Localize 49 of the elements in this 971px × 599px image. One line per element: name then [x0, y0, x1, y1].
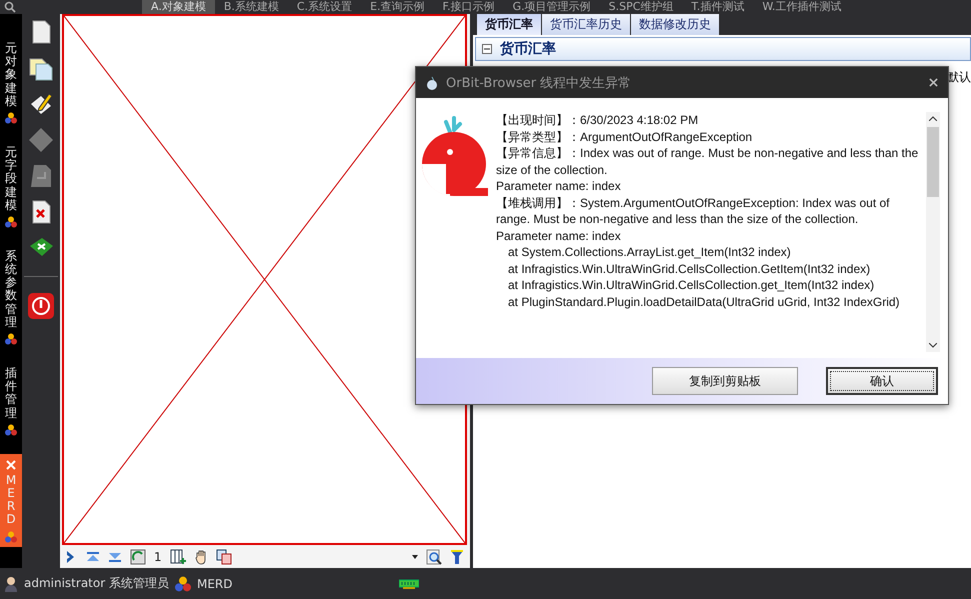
search-icon[interactable] [426, 548, 442, 564]
side-tab[interactable]: 系统参数管理 [0, 242, 22, 349]
user-icon [4, 576, 18, 592]
filter-icon[interactable] [450, 548, 464, 564]
refresh-icon[interactable] [130, 548, 146, 564]
panel-tab[interactable]: 货币汇率 [477, 14, 541, 35]
memory-icon [398, 578, 418, 588]
page-number: 1 [154, 550, 162, 564]
app-icon [426, 76, 438, 90]
collapse-icon[interactable] [482, 44, 492, 54]
move-top-icon[interactable] [86, 550, 100, 564]
menu-tab[interactable]: B.系统建模 [214, 0, 288, 14]
side-tab[interactable]: 元字段建模 [0, 138, 22, 232]
side-tab[interactable]: 插件管理 [0, 359, 22, 440]
hand-icon[interactable] [194, 548, 208, 564]
dialog-title: OrBit-Browser 线程中发生异常 [446, 74, 632, 92]
menu-tab[interactable]: S.SPC维护组 [600, 0, 682, 14]
scroll-up-icon[interactable] [929, 116, 937, 121]
scroll-down-icon[interactable] [929, 343, 937, 348]
diamond-icon[interactable] [27, 126, 55, 154]
menu-tab[interactable]: T.插件测试 [682, 0, 754, 14]
cubes-icon [5, 112, 17, 124]
copy-icon[interactable] [216, 548, 232, 564]
cubes-icon [5, 424, 17, 436]
scrollbar[interactable] [926, 112, 940, 352]
menu-tab[interactable]: C.系统设置 [288, 0, 362, 14]
user-name: administrator 系统管理员 [24, 575, 169, 592]
side-tab[interactable]: 元对象建模 [0, 34, 22, 128]
search-icon[interactable] [4, 1, 16, 13]
panel-tab[interactable]: 货币汇率历史 [542, 14, 630, 35]
add-column-icon[interactable] [170, 548, 186, 564]
cubes-icon [5, 530, 17, 542]
cubes-icon [5, 216, 17, 228]
cubes-icon [5, 333, 17, 345]
menu-tab[interactable]: W.工作插件测试 [753, 0, 850, 14]
panel-tab[interactable]: 数据修改历史 [631, 14, 719, 35]
section-title: 货币汇率 [500, 40, 556, 58]
dropdown-caret-icon[interactable] [412, 554, 418, 558]
menu-tab[interactable]: E.查询示例 [361, 0, 434, 14]
error-message: 【出现时间】：6/30/2023 4:18:02 PM 【异常类型】：ArgumentOutOfRangeException 【异常信息】：Index was out of range. Must be non-negative and less than the size of the collection. Parameter name: index 【堆栈调用】：System.ArgumentOutOfRangeException: Index was out of range. Must be non-negative and less than the size of the collection. Parameter name: index at System.Collections.ArrayList.get_Item(Int32 index) at Infragistics.Win.UltraWinGrid.CellsCollection.GetItem(Int32 index) at Infragistics.Win.UltraWinGrid.CellsCollection.get_Item(Int32 index) at PluginStandard.Plugin.loadDetailData(UltraGrid uGrid, Int32 IndexGrid) [495, 112, 920, 310]
copy-button[interactable]: 复制到剪贴板 [652, 367, 798, 395]
power-icon[interactable] [26, 291, 56, 321]
close-icon[interactable] [929, 78, 938, 87]
module-name: MERD [196, 576, 232, 590]
confirm-button[interactable]: 确认 [826, 367, 938, 395]
menu-tab[interactable]: F.接口示例 [434, 0, 504, 14]
cubes-icon [174, 576, 191, 592]
menu-tab[interactable]: G.项目管理示例 [504, 0, 600, 14]
menu-tab[interactable]: A.对象建模 [142, 0, 215, 14]
